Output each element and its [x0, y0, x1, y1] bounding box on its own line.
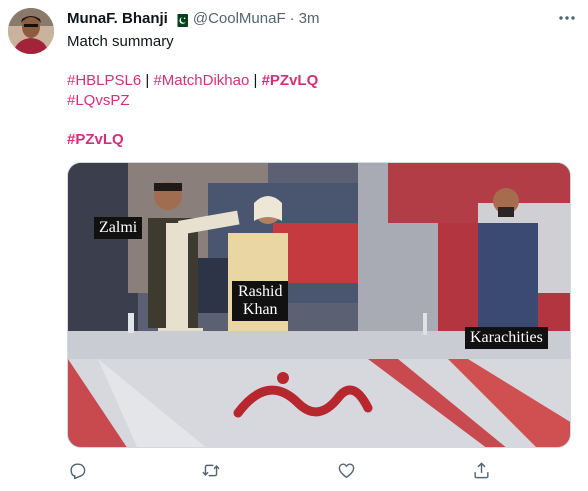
tweet-timestamp[interactable]: 3m: [299, 9, 320, 29]
meme-scene: [68, 163, 570, 447]
hashtag-line: #PZvLQ: [67, 130, 124, 150]
hashtag-link[interactable]: #PZvLQ: [67, 131, 124, 148]
hashtag-separator: |: [141, 72, 154, 89]
more-options-icon[interactable]: [556, 8, 578, 28]
tweet-text: Match summary: [67, 33, 174, 50]
tweet-actions: [67, 459, 507, 481]
author-handle[interactable]: @CoolMunaF: [193, 9, 286, 29]
caption-rashid-khan: Rashid Khan: [232, 281, 289, 321]
hashtag-line: #HBLPSL6 | #MatchDikhao | #PZvLQ: [67, 71, 318, 91]
hashtag-link[interactable]: #HBLPSL6: [67, 72, 141, 89]
hashtag-link[interactable]: #PZvLQ: [262, 72, 319, 89]
caption-rashid-line2: Khan: [242, 301, 278, 318]
share-icon[interactable]: [470, 459, 492, 481]
retweet-icon[interactable]: [200, 459, 222, 481]
caption-zalmi: Zalmi: [94, 217, 143, 239]
hashtag-line: #LQvsPZ: [67, 91, 130, 111]
header-dot: ·: [289, 10, 295, 27]
tweet-header: MunaF. Bhanji @CoolMunaF · 3m: [67, 9, 319, 29]
caption-karachities: Karachities: [465, 327, 548, 349]
avatar[interactable]: [8, 8, 54, 54]
tweet-media-image[interactable]: Zalmi Rashid Khan Karachities: [67, 162, 571, 448]
hashtag-link[interactable]: #MatchDikhao: [153, 72, 249, 89]
hashtag-separator: |: [249, 72, 262, 89]
caption-rashid-line1: Rashid: [238, 283, 283, 300]
reply-icon[interactable]: [66, 459, 88, 481]
tweet-card: MunaF. Bhanji @CoolMunaF · 3m Match summ…: [0, 0, 588, 491]
pakistan-flag-icon: [173, 13, 188, 27]
author-name[interactable]: MunaF. Bhanji: [67, 9, 168, 29]
like-icon[interactable]: [335, 459, 357, 481]
hashtag-link[interactable]: #LQvsPZ: [67, 92, 130, 109]
